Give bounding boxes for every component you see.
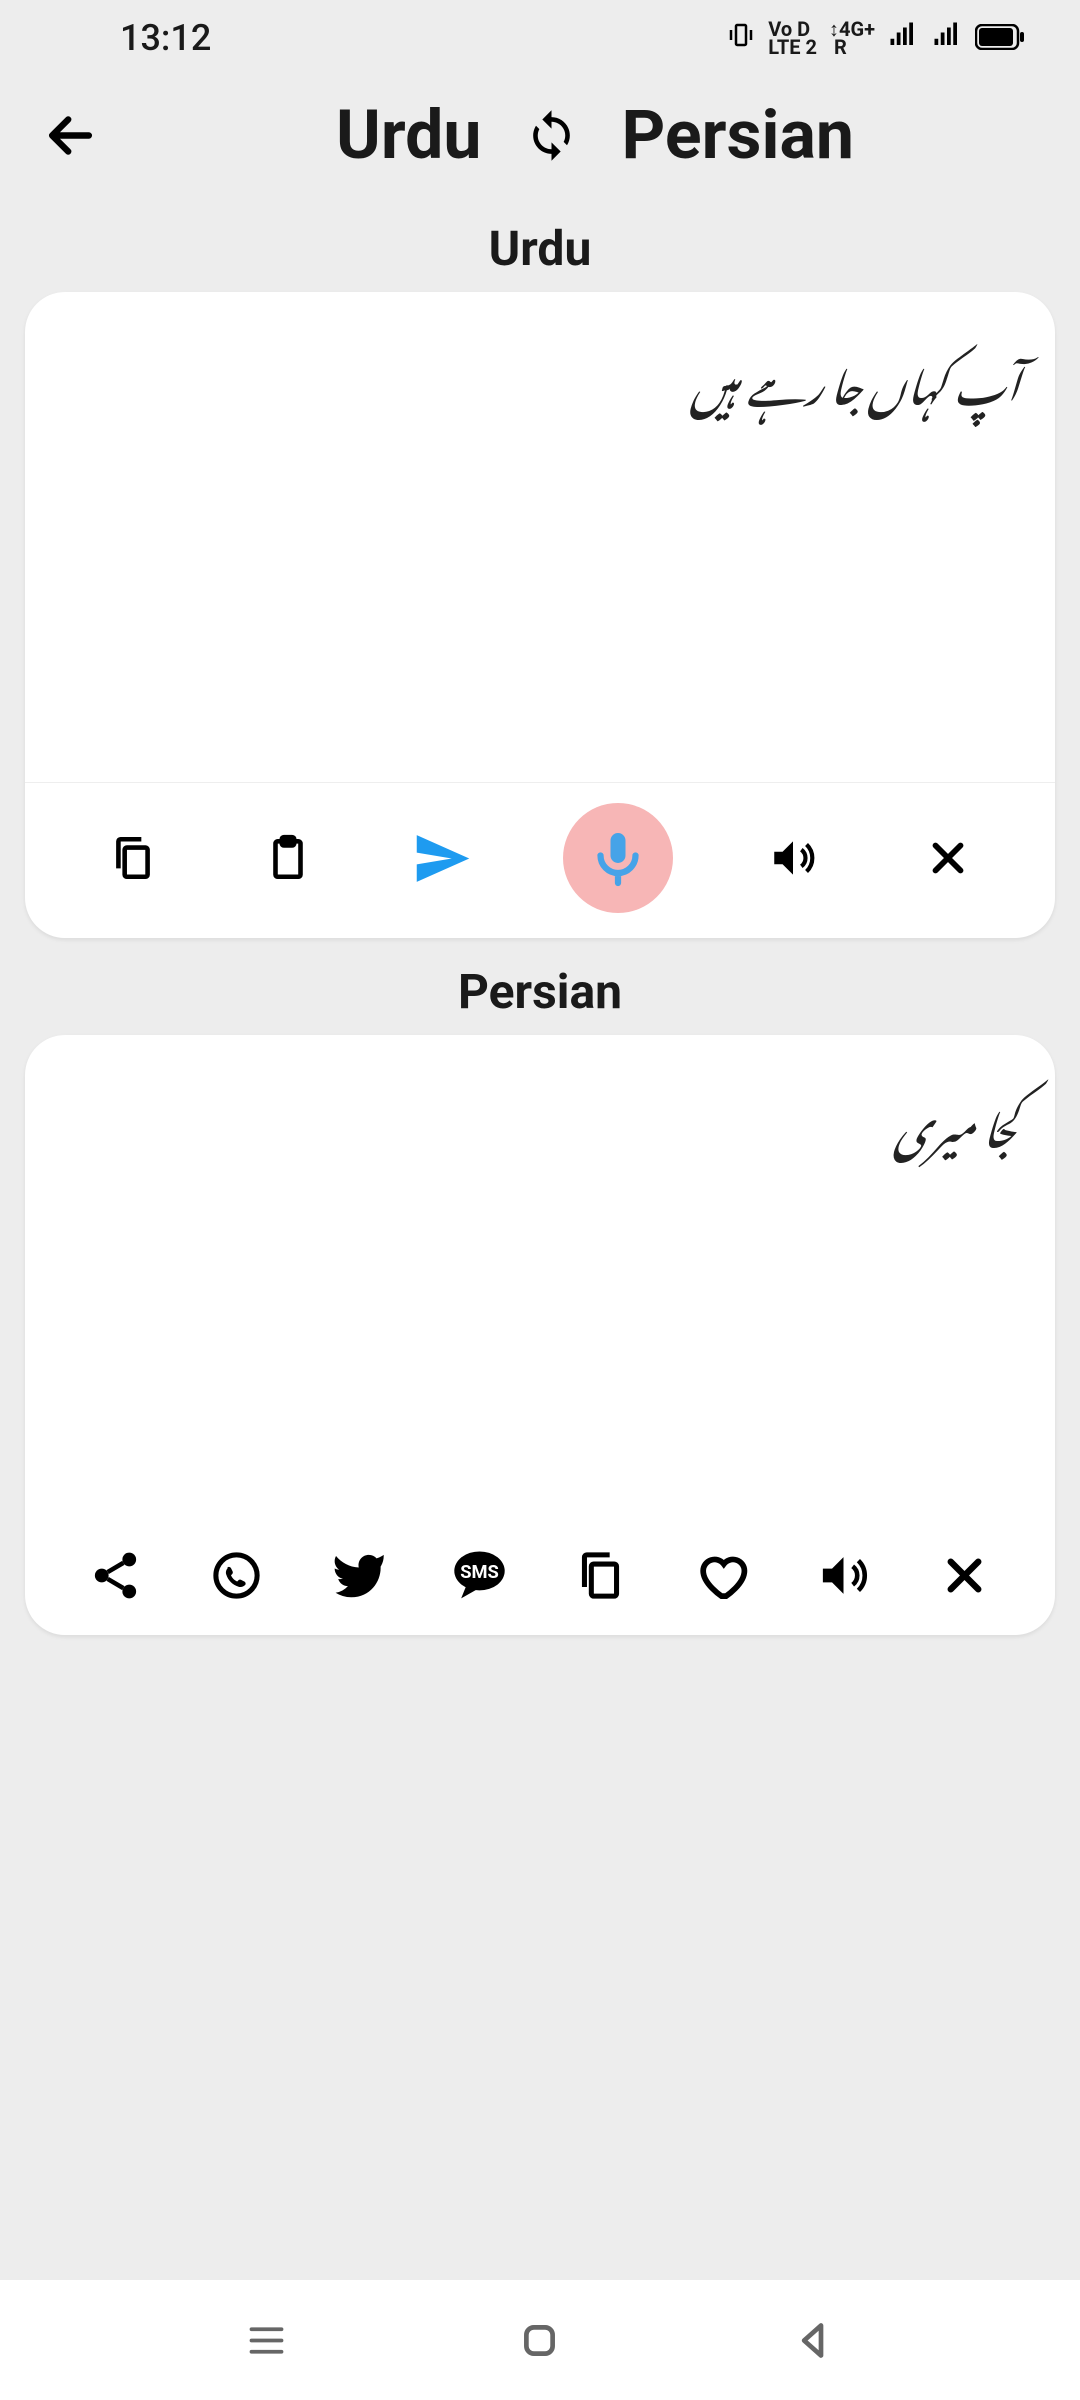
share-button[interactable] bbox=[81, 1540, 151, 1610]
speak-target-button[interactable] bbox=[808, 1540, 878, 1610]
system-nav-bar bbox=[0, 2280, 1080, 2400]
recent-apps-button[interactable] bbox=[239, 2313, 294, 2368]
volte-icon: Vo DLTE 2 bbox=[768, 20, 817, 56]
target-language-label[interactable]: Persian bbox=[622, 95, 854, 175]
vibrate-icon bbox=[726, 17, 756, 59]
home-button[interactable] bbox=[512, 2313, 567, 2368]
twitter-button[interactable] bbox=[323, 1540, 393, 1610]
source-language-label[interactable]: Urdu bbox=[336, 95, 481, 175]
whatsapp-button[interactable] bbox=[202, 1540, 272, 1610]
target-toolbar: SMS bbox=[25, 1525, 1055, 1635]
copy-button[interactable] bbox=[98, 823, 168, 893]
translate-button[interactable] bbox=[408, 823, 478, 893]
source-section-label: Urdu bbox=[0, 220, 1080, 277]
copy-target-button[interactable] bbox=[566, 1540, 636, 1610]
source-toolbar bbox=[25, 782, 1055, 938]
source-text-input[interactable]: آپ کہاں جا رہے ہیں bbox=[25, 292, 1055, 782]
status-icons: Vo DLTE 2 ↕4G+ R bbox=[726, 17, 1025, 59]
source-card: آپ کہاں جا رہے ہیں bbox=[25, 292, 1055, 938]
voice-input-button[interactable] bbox=[563, 803, 673, 913]
target-text-output[interactable]: کجا میری bbox=[25, 1035, 1055, 1525]
sms-button[interactable]: SMS bbox=[444, 1540, 514, 1610]
status-bar: 13:12 Vo DLTE 2 ↕4G+ R bbox=[0, 0, 1080, 75]
clear-source-button[interactable] bbox=[913, 823, 983, 893]
svg-text:SMS: SMS bbox=[460, 1561, 499, 1582]
swap-languages-button[interactable] bbox=[522, 105, 582, 165]
signal-icon-2 bbox=[931, 17, 963, 59]
clear-target-button[interactable] bbox=[929, 1540, 999, 1610]
paste-button[interactable] bbox=[253, 823, 323, 893]
signal-icon bbox=[887, 17, 919, 59]
target-card: کجا میری SMS bbox=[25, 1035, 1055, 1635]
speak-source-button[interactable] bbox=[758, 823, 828, 893]
battery-icon bbox=[975, 17, 1025, 59]
status-time: 13:12 bbox=[120, 17, 211, 59]
favorite-button[interactable] bbox=[687, 1540, 757, 1610]
app-header: Urdu Persian bbox=[0, 75, 1080, 215]
language-pair: Urdu Persian bbox=[150, 95, 1040, 175]
network-4g-icon: ↕4G+ R bbox=[829, 20, 875, 56]
target-section-label: Persian bbox=[0, 963, 1080, 1020]
back-button[interactable] bbox=[40, 105, 100, 165]
system-back-button[interactable] bbox=[786, 2313, 841, 2368]
